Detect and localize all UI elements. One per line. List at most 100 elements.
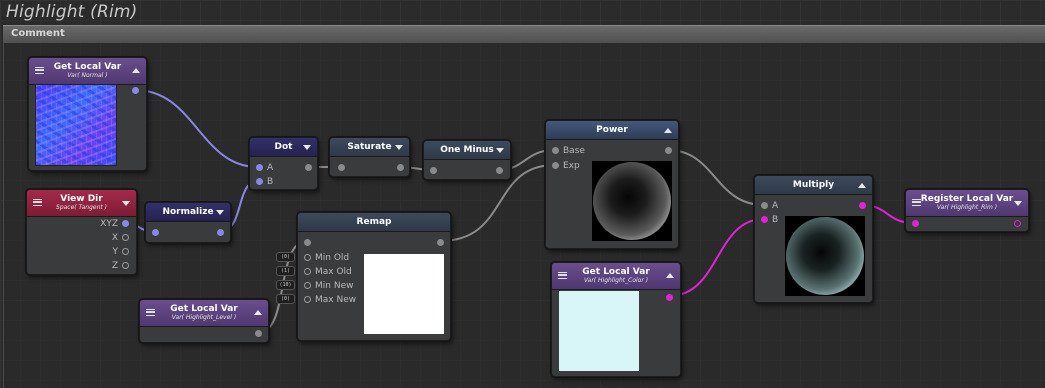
node-subtitle: Var( Highlight_Color ) <box>583 277 649 284</box>
menu-icon[interactable] <box>33 199 42 206</box>
node-register-local-var[interactable]: Register Local Var Var( Highlight_Rim ) <box>905 189 1029 232</box>
wire-color-to-multiply-b[interactable] <box>668 218 765 297</box>
node-title: Remap <box>356 217 392 227</box>
node-title: Register Local Var <box>920 194 1014 204</box>
input-label-a: A <box>772 201 779 211</box>
input-port-base[interactable] <box>552 147 559 154</box>
node-title: Get Local Var <box>170 304 238 314</box>
normal-map-preview <box>35 84 117 166</box>
menu-icon[interactable] <box>912 199 921 206</box>
node-subtitle: Var( Highlight_Level ) <box>171 314 237 321</box>
output-port[interactable] <box>217 229 224 236</box>
node-dot[interactable]: Dot A B <box>249 137 318 190</box>
input-port-min-new[interactable] <box>304 282 311 289</box>
node-title: Get Local Var <box>582 267 650 277</box>
node-header[interactable]: Power <box>546 121 678 140</box>
dropdown-icon[interactable] <box>122 201 130 206</box>
output-port[interactable] <box>397 164 404 171</box>
node-header[interactable]: View Dir Space( Tangent ) <box>27 190 136 217</box>
input-label-exp: Exp <box>563 161 580 171</box>
input-port-max-old[interactable] <box>304 268 311 275</box>
output-port[interactable] <box>666 294 673 301</box>
input-port-max-new[interactable] <box>304 296 311 303</box>
input-port[interactable] <box>912 220 919 227</box>
output-port-z[interactable] <box>122 262 129 269</box>
dropdown-icon[interactable] <box>496 148 504 153</box>
collapse-icon[interactable] <box>664 128 672 133</box>
max-old-default-value[interactable]: (1) <box>276 266 295 276</box>
dropdown-icon[interactable] <box>1014 201 1022 206</box>
menu-icon[interactable] <box>146 309 155 316</box>
wire-power-to-multiply-a[interactable] <box>667 149 765 206</box>
node-get-local-var-highlight-level[interactable]: Get Local Var Var( Highlight_Level ) <box>139 299 269 343</box>
max-new-default-value[interactable]: (0) <box>276 294 295 304</box>
input-port-b[interactable] <box>761 216 768 223</box>
output-port[interactable] <box>1014 220 1021 227</box>
node-header[interactable]: Register Local Var Var( Highlight_Rim ) <box>906 190 1028 217</box>
node-get-local-var-highlight-color[interactable]: Get Local Var Var( Highlight_Color ) <box>551 262 681 377</box>
node-title: View Dir <box>60 194 103 204</box>
node-normalize[interactable]: Normalize <box>145 202 231 243</box>
wire-normal-to-dot-a[interactable] <box>134 89 259 168</box>
node-title: Power <box>596 125 628 135</box>
input-port-exp[interactable] <box>552 162 559 169</box>
output-port[interactable] <box>665 147 672 154</box>
min-new-default-value[interactable]: (10) <box>276 280 295 290</box>
node-get-local-var-normal[interactable]: Get Local Var Var( Normal ) <box>28 57 147 171</box>
input-port-min-old[interactable] <box>304 254 311 261</box>
dropdown-icon[interactable] <box>216 210 224 215</box>
collapse-icon[interactable] <box>254 310 262 315</box>
node-remap[interactable]: Remap Min Old Max Old Min New Max New <box>297 212 451 341</box>
node-subtitle: Space( Tangent ) <box>56 204 107 211</box>
collapse-icon[interactable] <box>132 68 140 73</box>
input-label-a: A <box>267 163 274 173</box>
collapse-icon[interactable] <box>858 183 866 188</box>
node-header[interactable]: Get Local Var Var( Highlight_Level ) <box>140 300 268 327</box>
min-old-default-value[interactable]: (0) <box>276 252 295 262</box>
input-label-base: Base <box>563 146 585 156</box>
input-port[interactable] <box>338 164 345 171</box>
node-one-minus[interactable]: One Minus <box>423 140 511 180</box>
preview-sphere <box>786 217 864 295</box>
output-label-x: X <box>111 233 118 243</box>
node-header[interactable]: Remap <box>298 213 450 232</box>
output-port[interactable] <box>255 330 262 337</box>
output-port[interactable] <box>305 164 312 171</box>
input-port-a[interactable] <box>761 202 768 209</box>
node-header[interactable]: One Minus <box>424 141 510 160</box>
node-saturate[interactable]: Saturate <box>329 137 410 177</box>
node-power[interactable]: Power Base Exp <box>545 120 679 249</box>
menu-icon[interactable] <box>558 272 567 279</box>
output-label-z: Z <box>111 261 118 271</box>
input-label-min-old: Min Old <box>315 253 350 263</box>
node-header[interactable]: Get Local Var Var( Highlight_Color ) <box>552 263 680 290</box>
output-port[interactable] <box>859 202 866 209</box>
input-port[interactable] <box>304 239 311 246</box>
output-port[interactable] <box>496 167 503 174</box>
dropdown-icon[interactable] <box>303 145 311 150</box>
input-port[interactable] <box>152 229 159 236</box>
input-port-b[interactable] <box>256 178 263 185</box>
node-header[interactable]: Saturate <box>330 138 409 157</box>
power-preview <box>592 161 672 241</box>
input-port-a[interactable] <box>256 164 263 171</box>
node-title: Get Local Var <box>53 62 122 72</box>
node-view-dir[interactable]: View Dir Space( Tangent ) XYZ X Y Z <box>26 189 137 275</box>
output-port[interactable] <box>132 87 139 94</box>
output-port-xyz[interactable] <box>122 220 129 227</box>
node-multiply[interactable]: Multiply A B <box>754 175 873 303</box>
collapse-icon[interactable] <box>666 273 674 278</box>
node-header[interactable]: Dot <box>250 138 317 157</box>
input-port[interactable] <box>430 167 437 174</box>
color-swatch-preview <box>559 291 639 371</box>
dropdown-icon[interactable] <box>395 145 403 150</box>
multiply-preview <box>785 216 865 296</box>
output-port-y[interactable] <box>122 248 129 255</box>
node-header[interactable]: Multiply <box>755 176 872 195</box>
output-port[interactable] <box>437 239 444 246</box>
output-port-x[interactable] <box>122 234 129 241</box>
node-header[interactable]: Get Local Var Var( Normal ) <box>29 58 146 85</box>
menu-icon[interactable] <box>35 67 44 74</box>
node-subtitle: Var( Normal ) <box>67 72 108 79</box>
node-header[interactable]: Normalize <box>146 203 230 222</box>
